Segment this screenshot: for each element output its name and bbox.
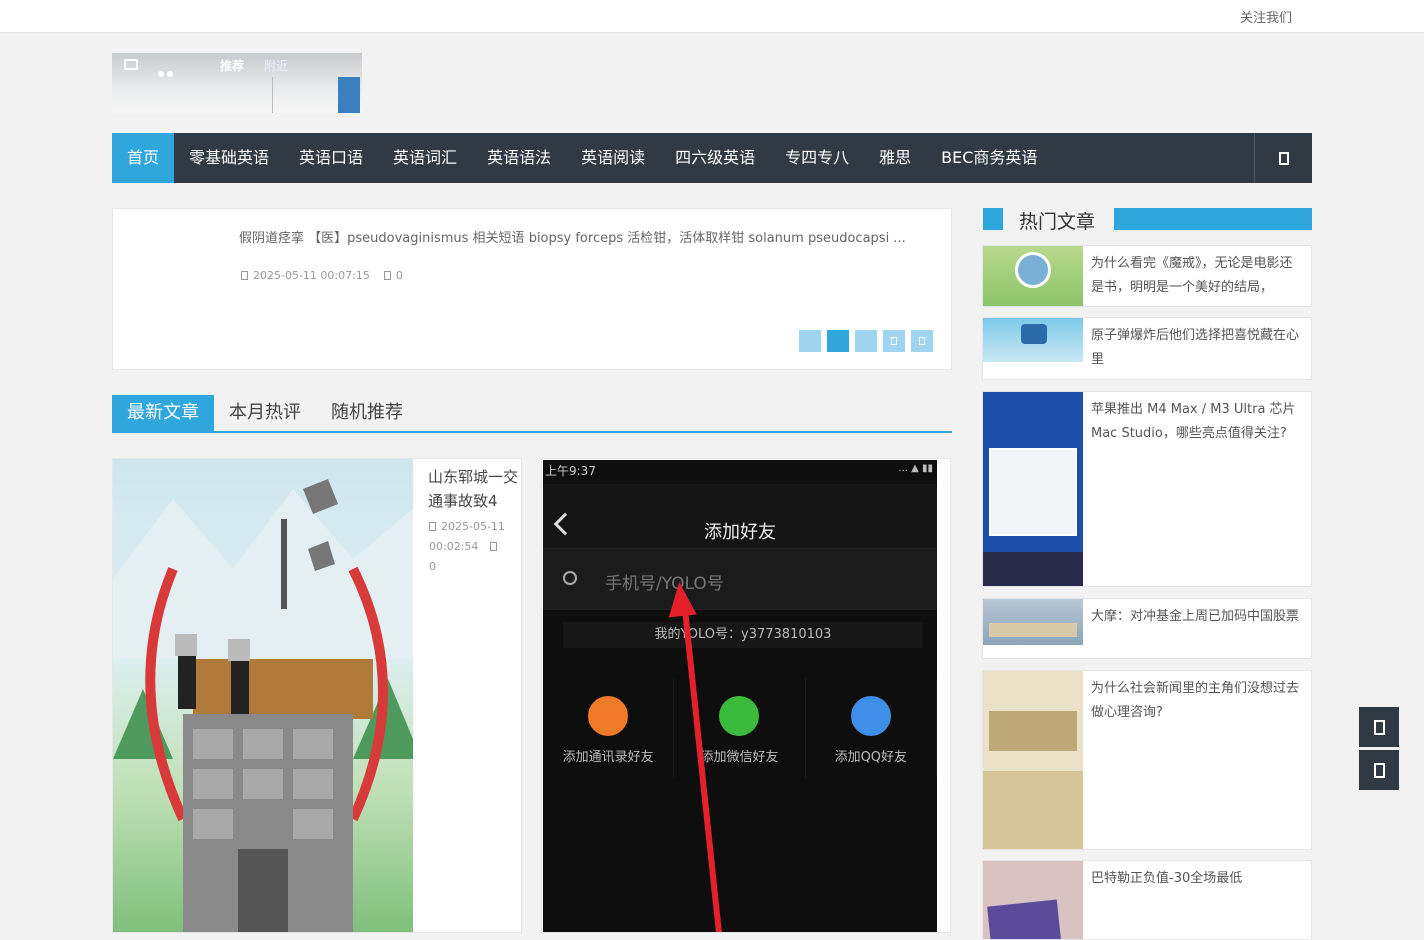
- sidebar-item[interactable]: 为什么看完《魔戒》，无论是电影还是书，明明是一个美好的结局，: [982, 245, 1312, 307]
- phone-my-id: 我的YOLO号：y3773810103: [563, 622, 923, 648]
- post-card-2[interactable]: 上午9:37 ... ▲ ▮▮ 添加好友 手机号/YOLO号 我的YOLO号：y…: [541, 458, 951, 933]
- qq-icon: [850, 696, 891, 736]
- clock-icon: [429, 522, 436, 531]
- nav-item-speaking[interactable]: 英语口语: [284, 133, 378, 183]
- nav-search-button[interactable]: [1254, 133, 1312, 183]
- nav-item-bec[interactable]: BEC商务英语: [926, 133, 1052, 183]
- top-bar: 关注我们: [0, 0, 1424, 33]
- qrcode-icon: [1373, 719, 1385, 735]
- tab-latest[interactable]: 最新文章: [112, 395, 214, 431]
- site-logo[interactable]: 推荐 附近: [112, 53, 362, 113]
- sidebar-thumb[interactable]: [983, 599, 1083, 645]
- phone-status-icons: ... ▲ ▮▮: [898, 463, 933, 474]
- logo-tab-recommend: 推荐: [220, 59, 245, 73]
- slider-dot-1[interactable]: [799, 330, 821, 352]
- follow-us-link[interactable]: 关注我们: [1240, 7, 1292, 26]
- nav-item-zero-basic[interactable]: 零基础英语: [174, 133, 284, 183]
- sidebar-item-title[interactable]: 大摩：对冲基金上周已加码中国股票: [1091, 605, 1305, 629]
- arrow-up-icon: [1373, 762, 1385, 778]
- comment-icon: [489, 542, 497, 551]
- nav-item-home[interactable]: 首页: [112, 133, 175, 183]
- comment-icon: [383, 271, 391, 280]
- logo-divider: [272, 77, 273, 113]
- sidebar-title-bar: [1114, 208, 1312, 230]
- clock-icon: [241, 271, 248, 280]
- slider-title[interactable]: 假阴道痉挛 【医】pseudovaginismus 相关短语 biopsy fo…: [239, 227, 939, 246]
- red-arrow-head: [665, 580, 697, 618]
- sidebar-item[interactable]: 大摩：对冲基金上周已加码中国股票: [982, 598, 1312, 659]
- sidebar-thumb[interactable]: [983, 392, 1083, 586]
- sidebar-item[interactable]: 苹果推出 M4 Max / M3 Ultra 芯片 Mac Studio，哪些亮…: [982, 391, 1312, 587]
- post-card[interactable]: 山东郓城一交通事故致4 2025-05-11 00:02:54 0: [112, 458, 522, 933]
- back-to-top-button[interactable]: [1359, 750, 1399, 790]
- sidebar-thumb[interactable]: [983, 246, 1083, 306]
- phone-add-qq: 添加QQ好友: [806, 678, 937, 778]
- featured-slider: 假阴道痉挛 【医】pseudovaginismus 相关短语 biopsy fo…: [112, 208, 952, 370]
- phone-add-contacts: 添加通讯录好友: [543, 678, 675, 778]
- nav-item-ielts[interactable]: 雅思: [864, 133, 926, 183]
- next-icon: [919, 337, 925, 345]
- post-title[interactable]: 山东郓城一交通事故致4: [428, 465, 520, 513]
- contacts-icon: [588, 696, 629, 736]
- phone-add-options: 添加通讯录好友 添加微信好友 添加QQ好友: [543, 678, 937, 778]
- sidebar-hot-header: 热门文章: [983, 208, 1312, 233]
- phone-header: 添加好友: [543, 484, 937, 548]
- post-comments: 0: [429, 560, 436, 573]
- slider-comments: 0: [383, 269, 403, 282]
- tab-random[interactable]: 随机推荐: [316, 395, 418, 431]
- sidebar-title: 热门文章: [1019, 211, 1096, 233]
- post-thumbnail[interactable]: [113, 459, 413, 932]
- logo-tab-nearby: 附近: [264, 59, 289, 73]
- phone-status-time: 上午9:37: [545, 464, 596, 478]
- sidebar-item[interactable]: 原子弹爆炸后他们选择把喜悦藏在心里: [982, 317, 1312, 380]
- sidebar-item[interactable]: 为什么社会新闻里的主角们没想过去做心理咨询?: [982, 670, 1312, 850]
- sidebar-item-title[interactable]: 为什么社会新闻里的主角们没想过去做心理咨询?: [1091, 677, 1305, 725]
- logo-blue-strip: [338, 77, 360, 113]
- wechat-icon: [719, 696, 760, 736]
- phone-header-title: 添加好友: [704, 522, 776, 543]
- article-tabs: 最新文章 本月热评 随机推荐: [112, 395, 952, 433]
- sidebar-item-title[interactable]: 原子弹爆炸后他们选择把喜悦藏在心里: [1091, 324, 1305, 372]
- slider-date: 2025-05-11 00:07:15: [241, 269, 370, 282]
- slider-dot-3[interactable]: [855, 330, 877, 352]
- search-icon: [563, 571, 577, 585]
- float-button-top[interactable]: [1359, 707, 1399, 747]
- slider-dot-2[interactable]: [827, 330, 849, 352]
- slider-pagination: [799, 330, 933, 352]
- slider-meta: 2025-05-11 00:07:15 0: [241, 269, 403, 282]
- sidebar-item[interactable]: 巴特勒正负值-30全场最低: [982, 860, 1312, 940]
- nav-item-vocabulary[interactable]: 英语词汇: [378, 133, 472, 183]
- nav-item-reading[interactable]: 英语阅读: [566, 133, 660, 183]
- post-thumbnail-phone-screenshot[interactable]: 上午9:37 ... ▲ ▮▮ 添加好友 手机号/YOLO号 我的YOLO号：y…: [543, 460, 937, 932]
- sidebar-thumb[interactable]: [983, 861, 1083, 939]
- post-meta: 2025-05-11 00:02:54 0: [429, 517, 519, 577]
- nav-item-cet[interactable]: 四六级英语: [660, 133, 770, 183]
- sidebar-thumb[interactable]: [983, 671, 1083, 849]
- phone-search-box: 手机号/YOLO号: [543, 548, 937, 610]
- slider-next-button[interactable]: [911, 330, 933, 352]
- main-nav: 首页 零基础英语 英语口语 英语词汇 英语语法 英语阅读 四六级英语 专四专八 …: [112, 133, 1312, 183]
- nav-item-grammar[interactable]: 英语语法: [472, 133, 566, 183]
- prev-icon: [891, 337, 897, 345]
- phone-search-placeholder: 手机号/YOLO号: [605, 574, 724, 594]
- catapult-game-illustration: [113, 479, 413, 932]
- camera-icon: [124, 59, 138, 70]
- slider-prev-button[interactable]: [883, 330, 905, 352]
- search-icon: [1278, 151, 1289, 165]
- sidebar-item-title[interactable]: 巴特勒正负值-30全场最低: [1091, 867, 1305, 891]
- sidebar-thumb[interactable]: [983, 318, 1083, 379]
- tab-monthly-hot[interactable]: 本月热评: [214, 395, 316, 431]
- dots-icon: [158, 62, 180, 77]
- sidebar-item-title[interactable]: 为什么看完《魔戒》，无论是电影还是书，明明是一个美好的结局，: [1091, 252, 1305, 300]
- nav-item-tem[interactable]: 专四专八: [770, 133, 864, 183]
- sidebar-title-marker: [983, 208, 1003, 230]
- sidebar-item-title[interactable]: 苹果推出 M4 Max / M3 Ultra 芯片 Mac Studio，哪些亮…: [1091, 398, 1305, 446]
